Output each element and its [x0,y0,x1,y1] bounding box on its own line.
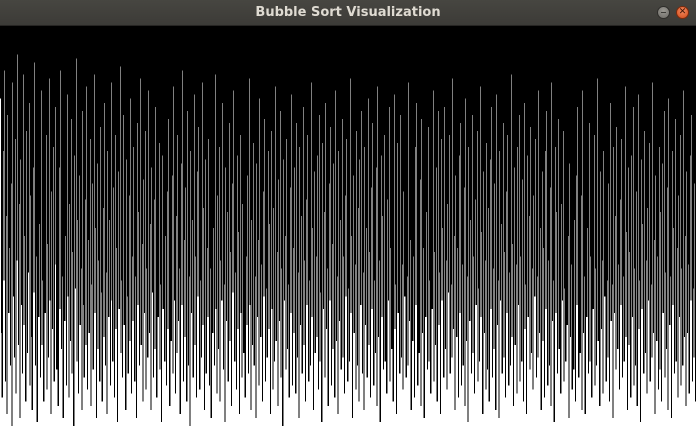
sort-bar [33,26,35,293]
sort-bar [11,26,13,426]
sort-bar [509,26,511,366]
sort-bar [118,26,120,309]
sort-canvas [0,26,696,430]
window-title: Bubble Sort Visualization [255,5,441,20]
sort-bar [550,26,552,406]
minimize-button[interactable] [657,6,670,19]
title-bar[interactable]: Bubble Sort Visualization ✕ [0,0,696,26]
app-window: Bubble Sort Visualization ✕ [0,0,696,430]
sort-bar [21,26,24,374]
sort-bar [16,26,18,261]
sort-bar [92,26,94,370]
sort-bar [74,26,76,289]
close-button[interactable]: ✕ [676,6,689,19]
sort-bar [213,26,216,366]
bars-chart [0,26,696,426]
sort-bar [162,26,164,309]
